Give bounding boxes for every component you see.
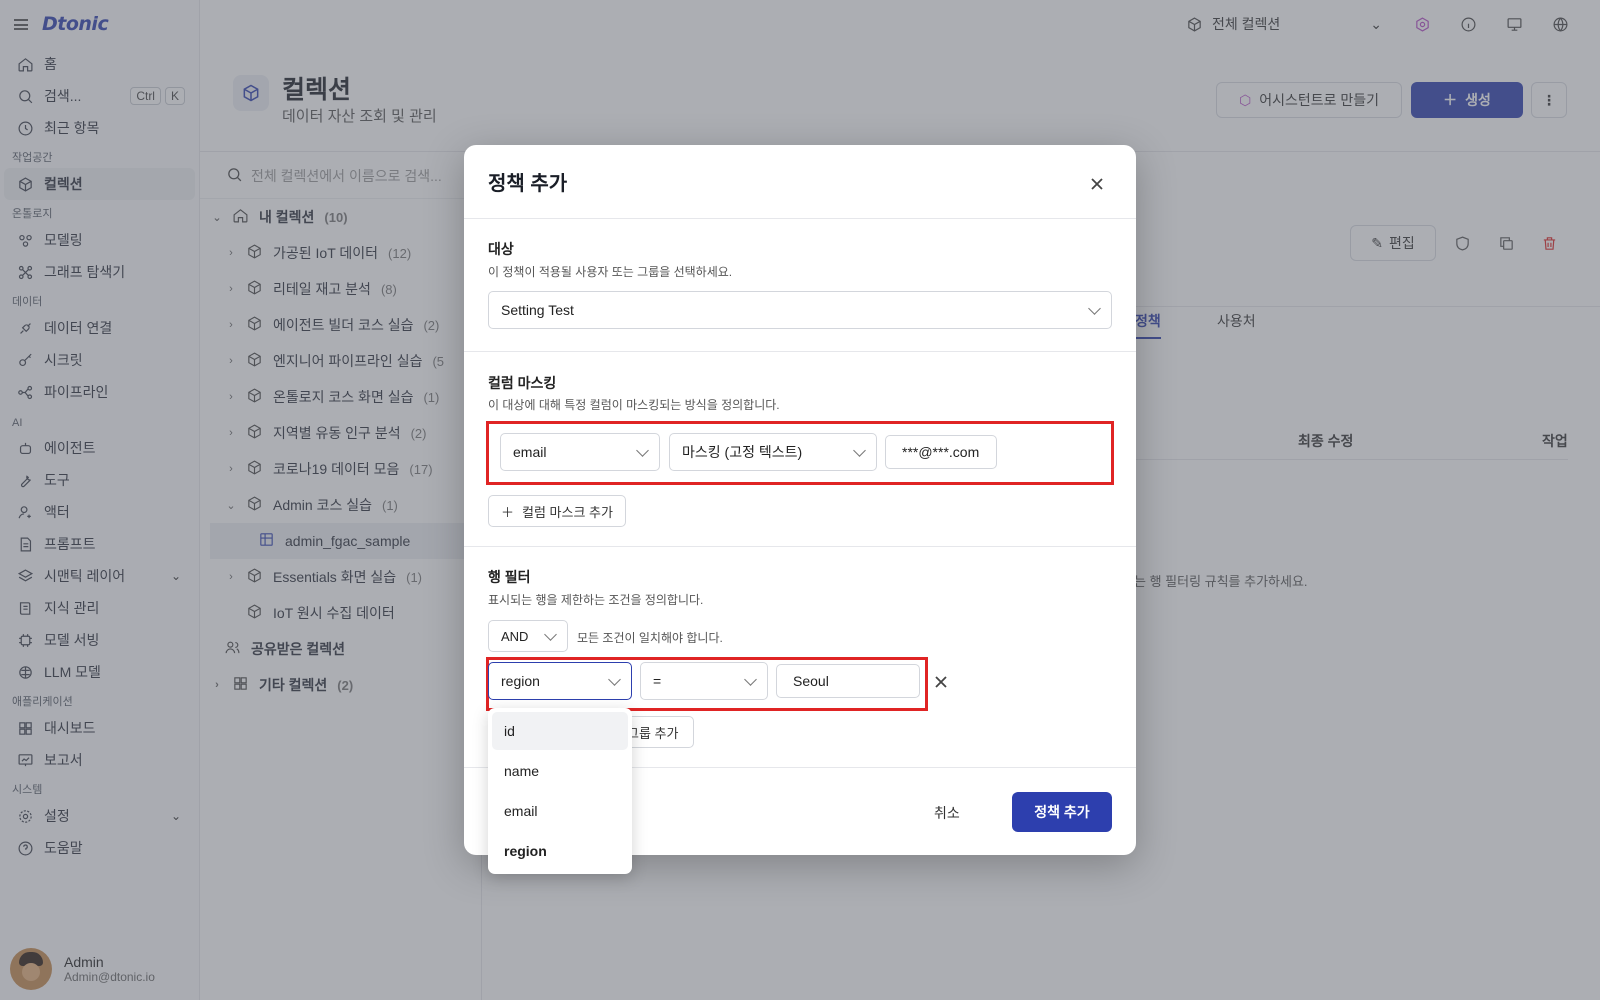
masking-column-value: email <box>513 444 547 460</box>
dropdown-option-region[interactable]: region <box>492 832 628 870</box>
masking-text-input[interactable]: ***@***.com <box>885 435 997 469</box>
cancel-button[interactable]: 취소 <box>934 803 960 823</box>
chevron-down-icon <box>744 673 757 686</box>
chevron-down-icon <box>636 444 649 457</box>
dialog-title: 정책 추가 <box>488 173 568 195</box>
dialog-divider <box>464 218 1136 219</box>
masking-method-value: 마스킹 (고정 텍스트) <box>682 444 803 460</box>
dropdown-option-name[interactable]: name <box>492 752 628 790</box>
column-dropdown-menu: id name email region <box>488 708 632 874</box>
masking-section-desc: 이 대상에 대해 특정 컬럼이 마스킹되는 방식을 정의합니다. <box>488 398 780 412</box>
row-filter-section-desc: 표시되는 행을 제한하는 조건을 정의합니다. <box>488 593 704 607</box>
row-filter-section-title: 행 필터 <box>488 569 531 585</box>
add-column-mask-label: 컬럼 마스크 추가 <box>522 504 613 520</box>
logic-operator-select[interactable]: AND <box>488 620 568 652</box>
logic-operator-value: AND <box>501 628 529 644</box>
target-select[interactable]: Setting Test <box>488 291 1112 329</box>
target-select-value: Setting Test <box>501 302 574 318</box>
add-group-label: 그룹 추가 <box>627 725 679 741</box>
chevron-down-icon <box>608 673 621 686</box>
add-column-mask-button[interactable]: ＋ 컬럼 마스크 추가 <box>488 495 626 527</box>
masking-method-select[interactable]: 마스킹 (고정 텍스트) <box>669 433 877 471</box>
dialog-divider <box>464 546 1136 547</box>
remove-condition-icon[interactable] <box>935 675 951 691</box>
chevron-down-icon <box>544 628 557 641</box>
dropdown-option-id[interactable]: id <box>492 712 628 750</box>
filter-column-value: region <box>501 673 540 689</box>
filter-column-select[interactable]: region <box>488 662 632 700</box>
target-section-title: 대상 <box>488 241 514 257</box>
add-policy-button[interactable]: 정책 추가 <box>1012 792 1112 832</box>
masking-text-value: ***@***.com <box>902 444 980 460</box>
dialog-divider <box>464 351 1136 352</box>
chevron-down-icon <box>1088 302 1101 315</box>
plus-icon: ＋ <box>501 504 515 520</box>
logic-operator-desc: 모든 조건이 일치해야 합니다. <box>577 631 723 645</box>
close-icon[interactable] <box>1090 177 1106 193</box>
filter-operator-select[interactable]: = <box>640 662 768 700</box>
filter-operator-value: = <box>653 673 662 689</box>
filter-value: Seoul <box>793 673 829 689</box>
masking-section-title: 컬럼 마스킹 <box>488 375 557 391</box>
target-section-desc: 이 정책이 적용될 사용자 또는 그룹을 선택하세요. <box>488 265 733 279</box>
filter-value-input[interactable]: Seoul <box>776 664 920 698</box>
dropdown-option-email[interactable]: email <box>492 792 628 830</box>
chevron-down-icon <box>853 444 866 457</box>
masking-column-select[interactable]: email <box>500 433 660 471</box>
